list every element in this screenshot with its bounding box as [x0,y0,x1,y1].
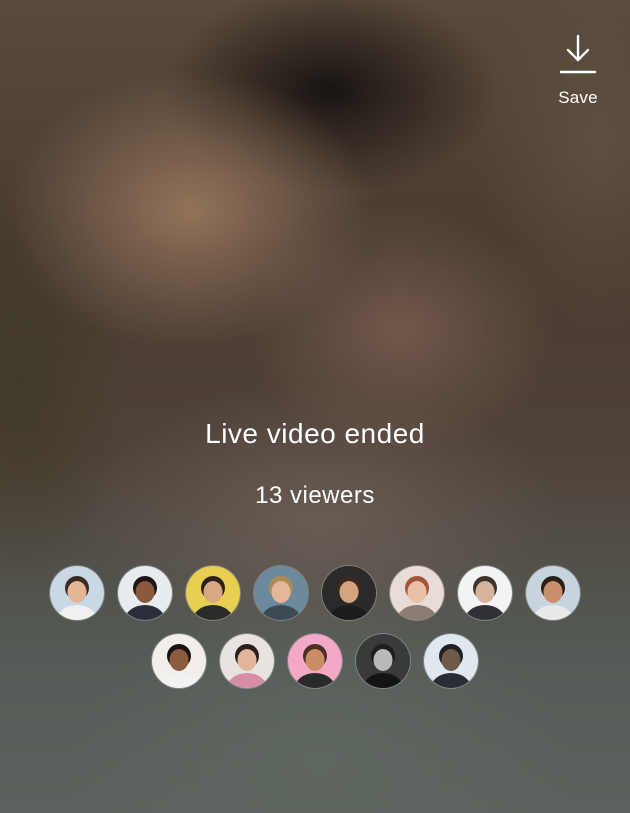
viewer-5-avatar[interactable] [322,566,376,620]
save-button[interactable]: Save [554,34,602,108]
viewer-4-avatar[interactable] [254,566,308,620]
viewer-12-avatar[interactable] [356,634,410,688]
viewer-10-avatar[interactable] [220,634,274,688]
viewer-avatars [0,566,630,702]
viewer-1-avatar[interactable] [50,566,104,620]
viewer-7-avatar[interactable] [458,566,512,620]
viewer-2-avatar[interactable] [118,566,172,620]
save-label: Save [558,88,598,107]
viewer-13-avatar[interactable] [424,634,478,688]
viewer-row-1 [0,566,630,620]
viewer-11-avatar[interactable] [288,634,342,688]
viewer-6-avatar[interactable] [390,566,444,620]
live-video-ended-title: Live video ended [205,418,425,449]
viewer-row-2 [0,634,630,688]
viewer-9-avatar[interactable] [152,634,206,688]
viewer-count: 13 viewers [255,482,375,509]
viewer-3-avatar[interactable] [186,566,240,620]
viewer-8-avatar[interactable] [526,566,580,620]
download-icon [560,34,596,74]
live-ended-screen: Save Live video ended 13 viewers [0,0,630,813]
